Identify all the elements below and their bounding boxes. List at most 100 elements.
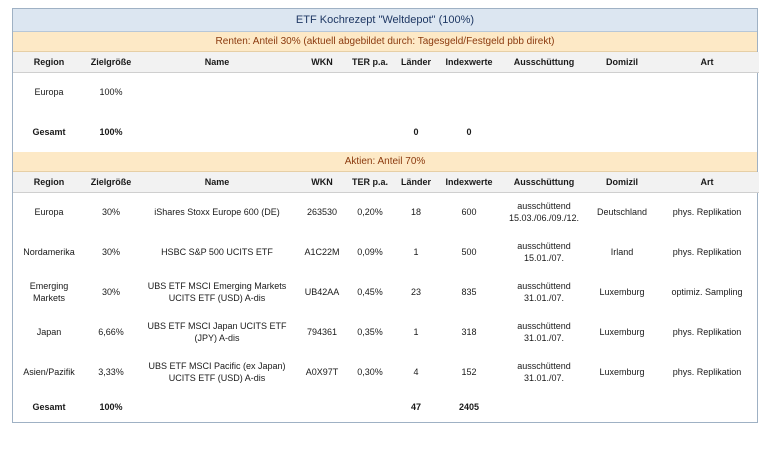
cell-zielgroesse: 30%: [101, 287, 120, 297]
cell-ter: 0,09%: [357, 247, 383, 257]
cell-region: Emerging Markets: [29, 281, 69, 303]
cell-wkn: UB42AA: [304, 287, 340, 297]
col-laender: Länder: [393, 52, 439, 73]
cell-zielgroesse: 100%: [99, 87, 123, 98]
cell-indexwerte: 500: [461, 247, 477, 257]
cell-art: phys. Replikation: [672, 247, 742, 257]
table-row: Europa 100%: [13, 72, 759, 112]
cell-laender: 18: [410, 207, 421, 218]
cell-wkn: 263530: [306, 207, 338, 218]
renten-heading: Renten: Anteil 30% (aktuell abgebildet d…: [13, 32, 757, 52]
cell-art: [655, 72, 759, 112]
table-row: Emerging Markets 30% UBS ETF MSCI Emergi…: [13, 272, 759, 312]
cell-domizil: Luxemburg: [599, 327, 645, 337]
cell-name: HSBC S&P 500 UCITS ETF: [161, 247, 273, 257]
total-row: Gesamt 100% 0 0: [13, 112, 759, 152]
table-row: Japan 6,66% UBS ETF MSCI Japan UCITS ETF…: [13, 312, 759, 352]
cell-region: Gesamt: [32, 127, 66, 137]
col-indexwerte: Indexwerte: [439, 52, 499, 73]
cell-region: Europa: [34, 87, 64, 98]
cell-indexwerte: 152: [461, 367, 477, 377]
cell-name: UBS ETF MSCI Emerging Markets UCITS ETF …: [147, 281, 287, 303]
col-ter: TER p.a.: [347, 172, 393, 193]
cell-ter: [347, 72, 393, 112]
renten-header-row: Region Zielgröße Name WKN TER p.a. Lände…: [13, 52, 759, 73]
col-ter: TER p.a.: [347, 52, 393, 73]
aktien-heading: Aktien: Anteil 70%: [13, 152, 757, 172]
cell-ter: 0,45%: [357, 287, 383, 297]
col-wkn: WKN: [297, 52, 347, 73]
col-name: Name: [137, 172, 297, 193]
cell-name: UBS ETF MSCI Pacific (ex Japan) UCITS ET…: [148, 361, 286, 383]
cell-laender: [393, 72, 439, 112]
etf-sheet: ETF Kochrezept "Weltdepot" (100%) Renten…: [12, 8, 759, 423]
cell-ter: 0,30%: [357, 367, 383, 377]
cell-ausschuettung: ausschüttend 15.03./06./09./12.: [508, 201, 580, 224]
cell-domizil: Irland: [610, 247, 634, 257]
cell-laender: 1: [413, 327, 419, 337]
cell-laender: 4: [413, 367, 419, 377]
cell-indexwerte: 835: [461, 287, 477, 297]
cell-ausschuettung: ausschüttend 31.01./07.: [517, 321, 571, 343]
col-zielgroesse: Zielgröße: [85, 172, 137, 193]
table-row: Nordamerika 30% HSBC S&P 500 UCITS ETF A…: [13, 232, 759, 272]
table-row: Europa 30% iShares Stoxx Europe 600 (DE)…: [13, 192, 759, 232]
cell-indexwerte: 318: [461, 327, 477, 337]
cell-ausschuettung: [499, 72, 589, 112]
cell-zielgroesse: 100%: [99, 127, 123, 137]
col-region: Region: [13, 172, 85, 193]
cell-domizil: [589, 72, 655, 112]
cell-laender: 47: [410, 402, 421, 412]
cell-ausschuettung: ausschüttend 31.01./07.: [517, 361, 571, 383]
cell-art: phys. Replikation: [672, 207, 742, 218]
cell-zielgroesse: 30%: [101, 247, 120, 257]
cell-domizil: Luxemburg: [599, 287, 645, 297]
aktien-header-row: Region Zielgröße Name WKN TER p.a. Lände…: [13, 172, 759, 193]
table-row: Asien/Pazifik 3,33% UBS ETF MSCI Pacific…: [13, 352, 759, 392]
cell-name: [137, 72, 297, 112]
cell-ausschuettung: ausschüttend 15.01./07.: [517, 241, 571, 263]
cell-zielgroesse: 6,66%: [98, 327, 124, 337]
cell-indexwerte: [439, 72, 499, 112]
cell-name: UBS ETF MSCI Japan UCITS ETF (JPY) A-dis: [147, 321, 287, 343]
cell-laender: 23: [410, 287, 421, 297]
col-ausschuettung: Ausschüttung: [499, 172, 589, 193]
cell-name: iShares Stoxx Europe 600 (DE): [154, 207, 280, 218]
renten-table: Region Zielgröße Name WKN TER p.a. Lände…: [13, 52, 759, 152]
cell-domizil: Deutschland: [596, 207, 648, 218]
cell-region: Europa: [34, 207, 64, 218]
col-region: Region: [13, 52, 85, 73]
cell-art: phys. Replikation: [672, 327, 742, 337]
col-domizil: Domizil: [589, 52, 655, 73]
col-domizil: Domizil: [589, 172, 655, 193]
col-wkn: WKN: [297, 172, 347, 193]
col-laender: Länder: [393, 172, 439, 193]
cell-indexwerte: 2405: [458, 402, 480, 412]
cell-laender: 1: [413, 247, 419, 257]
cell-laender: 0: [413, 127, 419, 137]
col-indexwerte: Indexwerte: [439, 172, 499, 193]
cell-zielgroesse: 3,33%: [98, 367, 124, 377]
cell-wkn: [297, 72, 347, 112]
cell-region: Japan: [36, 327, 62, 337]
cell-region: Asien/Pazifik: [23, 367, 75, 377]
sheet-title: ETF Kochrezept "Weltdepot" (100%): [13, 9, 757, 32]
aktien-table: Region Zielgröße Name WKN TER p.a. Lände…: [13, 172, 759, 422]
col-name: Name: [137, 52, 297, 73]
cell-region: Nordamerika: [23, 247, 75, 257]
cell-zielgroesse: 100%: [99, 402, 123, 412]
cell-zielgroesse: 30%: [101, 207, 120, 218]
cell-art: phys. Replikation: [672, 367, 742, 377]
col-ausschuettung: Ausschüttung: [499, 52, 589, 73]
cell-ter: 0,20%: [357, 207, 383, 218]
cell-wkn: A0X97T: [305, 367, 339, 377]
col-art: Art: [655, 172, 759, 193]
cell-art: optimiz. Sampling: [671, 287, 743, 297]
total-row: Gesamt 100% 47 2405: [13, 392, 759, 422]
col-zielgroesse: Zielgröße: [85, 52, 137, 73]
cell-wkn: 794361: [306, 327, 338, 337]
cell-ter: 0,35%: [357, 327, 383, 337]
cell-domizil: Luxemburg: [599, 367, 645, 377]
cell-indexwerte: 0: [466, 127, 472, 137]
cell-wkn: A1C22M: [304, 247, 340, 257]
